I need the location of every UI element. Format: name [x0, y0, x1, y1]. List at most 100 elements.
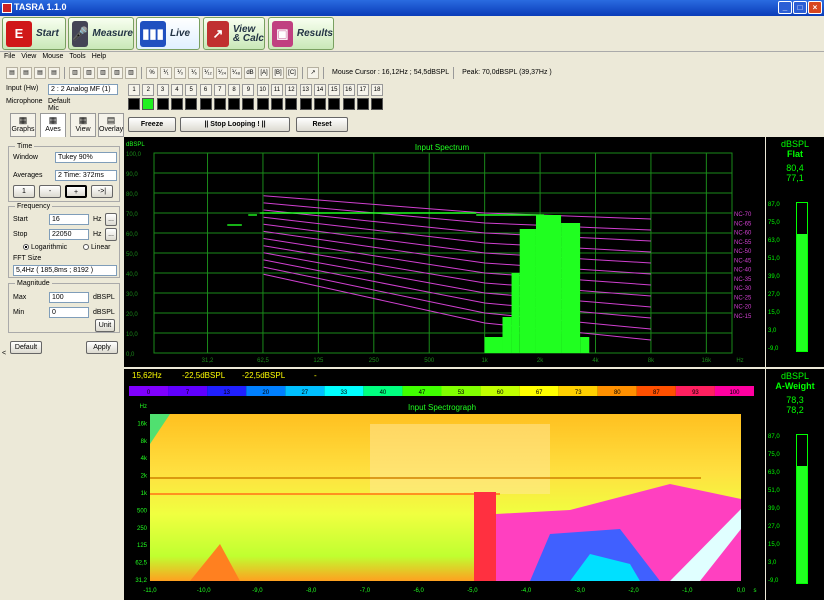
- minimize-button[interactable]: _: [778, 1, 792, 14]
- toolbar-btn-2[interactable]: ⅟₃: [174, 66, 186, 79]
- channel-toggle-6[interactable]: [199, 98, 212, 110]
- maximize-button[interactable]: □: [793, 1, 807, 14]
- channel-toggle-7[interactable]: [213, 98, 226, 110]
- channel-number-13[interactable]: 13: [299, 84, 312, 96]
- channel-number-14[interactable]: 14: [313, 84, 326, 96]
- channel-toggle-8[interactable]: [228, 98, 241, 110]
- channel-number-15[interactable]: 15: [328, 84, 341, 96]
- close-button[interactable]: ×: [808, 1, 822, 14]
- channel-toggle-10[interactable]: [256, 98, 269, 110]
- channel-number-9[interactable]: 9: [242, 84, 255, 96]
- main-tab-start[interactable]: E Start: [2, 17, 66, 50]
- freeze-button[interactable]: Freeze: [128, 117, 176, 132]
- default-button[interactable]: Default: [10, 341, 42, 354]
- min-input[interactable]: 0: [49, 307, 89, 318]
- collapse-panel-arrow-icon[interactable]: <: [2, 350, 6, 357]
- open-folder-icon[interactable]: ▤: [6, 66, 18, 79]
- channel-toggle-14[interactable]: [313, 98, 326, 110]
- menu-file[interactable]: File: [4, 53, 15, 64]
- input-select[interactable]: 2 : 2 Analog MF (1): [48, 84, 118, 95]
- channel-number-6[interactable]: 6: [199, 84, 212, 96]
- menu-view[interactable]: View: [21, 53, 36, 64]
- stack2-icon[interactable]: ▥: [69, 66, 81, 79]
- logarithmic-radio[interactable]: Logarithmic: [23, 244, 67, 251]
- input-spectrum-chart[interactable]: Input Spectrum dBSPL 100,0 90,0 80,0 70,0 60…: [124, 137, 765, 367]
- avg-first-button[interactable]: 1: [13, 185, 35, 198]
- channel-number-1[interactable]: 1: [128, 84, 140, 96]
- save-all-icon[interactable]: ▤: [34, 66, 46, 79]
- channel-number-2[interactable]: 2: [142, 84, 155, 96]
- stop-looping-button[interactable]: || Stop Looping ! ||: [180, 117, 290, 132]
- bars-icon[interactable]: ▥: [125, 66, 137, 79]
- channel-number-11[interactable]: 11: [271, 84, 283, 96]
- channel-toggle-4[interactable]: [170, 98, 183, 110]
- menu-tools[interactable]: Tools: [69, 53, 85, 64]
- input-spectrograph-chart[interactable]: Input Spectrograph 0 7 13 20 27 33 40 47 53 60 67 7…: [124, 369, 765, 600]
- save-icon[interactable]: ▤: [20, 66, 32, 79]
- channel-toggle-11[interactable]: [271, 98, 283, 110]
- apply-button[interactable]: Apply: [86, 341, 118, 354]
- channel-number-3[interactable]: 3: [156, 84, 169, 96]
- fft-size-select[interactable]: 5,4Hz ( 185,8ms ; 8192 ): [13, 265, 117, 276]
- unit-button[interactable]: Unit: [95, 319, 115, 332]
- start-input[interactable]: 16: [49, 214, 89, 225]
- averages-select[interactable]: 2 Time: 372ms: [55, 170, 117, 181]
- octave-icon[interactable]: ▥: [111, 66, 123, 79]
- toolbar-btn-10[interactable]: [C]: [286, 66, 298, 79]
- menu-mouse[interactable]: Mouse: [42, 53, 63, 64]
- toolbar-btn-4[interactable]: ⅟₁₂: [202, 66, 214, 79]
- stack1-icon[interactable]: ▤: [48, 66, 60, 79]
- input-spectrum-panel[interactable]: Input Spectrum dBSPL 100,0 90,0 80,0 70,0 60…: [124, 137, 765, 367]
- cursor-icon[interactable]: ↗: [307, 66, 319, 79]
- tab-aves[interactable]: ▦ Aves: [40, 113, 66, 137]
- main-tab-measure[interactable]: 🎤 Measure: [68, 17, 134, 50]
- channel-toggle-17[interactable]: [356, 98, 369, 110]
- menu-help[interactable]: Help: [92, 53, 106, 64]
- channel-number-4[interactable]: 4: [170, 84, 183, 96]
- spectrum-icon[interactable]: ▥: [97, 66, 109, 79]
- channel-number-12[interactable]: 12: [285, 84, 298, 96]
- main-tab-results[interactable]: ▣ Results: [268, 17, 334, 50]
- toolbar-btn-1[interactable]: ⅟₁: [160, 66, 172, 79]
- channel-toggle-12[interactable]: [285, 98, 298, 110]
- avg-last-button[interactable]: ->|: [91, 185, 113, 198]
- toolbar-btn-8[interactable]: [A]: [258, 66, 270, 79]
- avg-minus-button[interactable]: -: [39, 185, 61, 198]
- toolbar-btn-9[interactable]: [B]: [272, 66, 284, 79]
- channel-number-18[interactable]: 18: [371, 84, 384, 96]
- tab-graphs[interactable]: ▦ Graphs: [10, 113, 36, 137]
- channel-toggle-5[interactable]: [185, 98, 198, 110]
- max-input[interactable]: 100: [49, 292, 89, 303]
- main-tab-view[interactable]: ↗ View & Calc: [203, 17, 265, 50]
- stop-input[interactable]: 22050: [49, 229, 89, 240]
- channel-number-8[interactable]: 8: [228, 84, 241, 96]
- toolbar-btn-0[interactable]: %: [146, 66, 158, 79]
- window-select[interactable]: Tukey 90%: [55, 152, 117, 163]
- channel-toggle-13[interactable]: [299, 98, 312, 110]
- stop-browse-button[interactable]: ...: [105, 228, 117, 241]
- start-browse-button[interactable]: ...: [105, 213, 117, 226]
- toolbar-btn-6[interactable]: ⅟₄₈: [230, 66, 242, 79]
- channel-toggle-18[interactable]: [371, 98, 384, 110]
- toolbar-btn-3[interactable]: ⅟₆: [188, 66, 200, 79]
- channel-number-17[interactable]: 17: [356, 84, 369, 96]
- linear-radio[interactable]: Linear: [83, 244, 110, 251]
- tab-view[interactable]: ▦ View: [70, 113, 96, 137]
- channel-number-5[interactable]: 5: [185, 84, 198, 96]
- main-tab-live[interactable]: ▮▮▮ Live: [136, 17, 200, 50]
- channel-number-10[interactable]: 10: [256, 84, 269, 96]
- channel-toggle-2[interactable]: [142, 98, 155, 110]
- input-spectrograph-panel[interactable]: 15,62Hz -22,5dBSPL -22,5dBSPL - Input Sp…: [124, 369, 765, 600]
- channel-number-7[interactable]: 7: [213, 84, 226, 96]
- reset-button[interactable]: Reset: [296, 117, 348, 132]
- channel-number-16[interactable]: 16: [342, 84, 355, 96]
- toolbar-btn-7[interactable]: dB: [244, 66, 256, 79]
- avg-plus-button[interactable]: +: [65, 185, 87, 198]
- channel-toggle-16[interactable]: [342, 98, 355, 110]
- stack3-icon[interactable]: ▥: [83, 66, 95, 79]
- channel-toggle-9[interactable]: [242, 98, 255, 110]
- channel-toggle-3[interactable]: [156, 98, 169, 110]
- channel-toggle-1[interactable]: [128, 98, 140, 110]
- toolbar-btn-5[interactable]: ⅟₂₄: [216, 66, 228, 79]
- tab-overlay[interactable]: ▤ Overlay: [98, 113, 124, 137]
